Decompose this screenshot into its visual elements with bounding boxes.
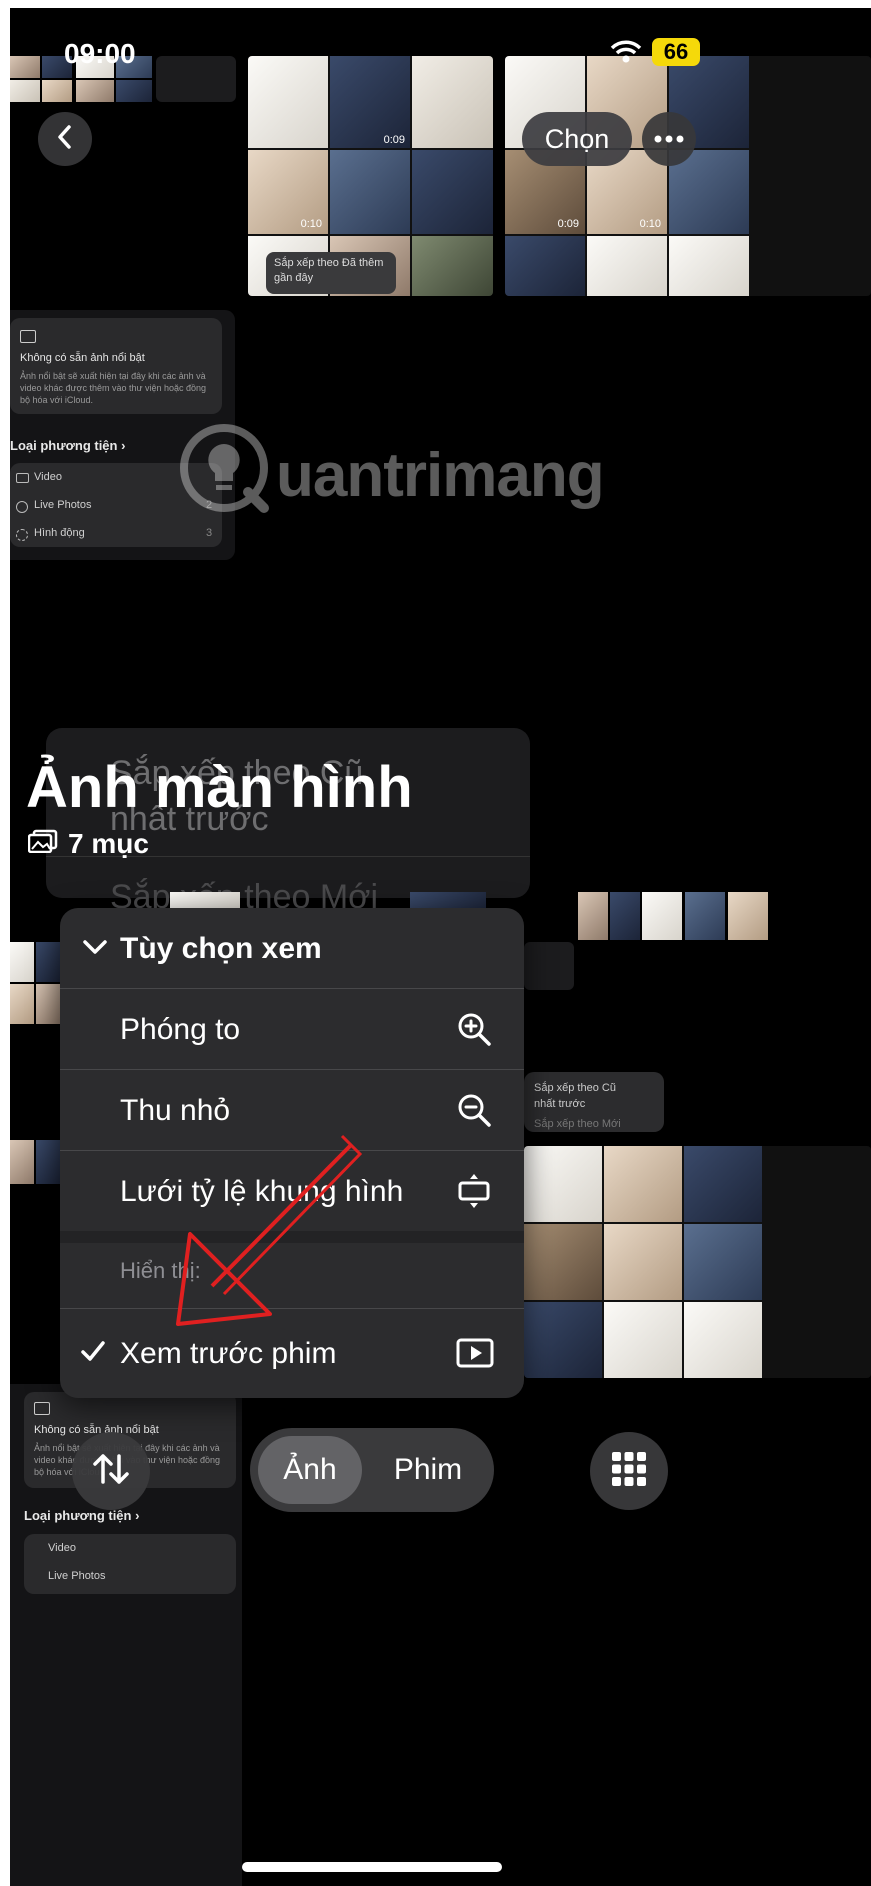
album-title: Ảnh màn hình xyxy=(26,755,413,820)
live-photo-icon xyxy=(16,501,28,513)
featured-description: Ảnh nổi bật sẽ xuất hiện tại đây khi các… xyxy=(20,371,207,405)
view-options-header[interactable]: Tùy chọn xem xyxy=(60,908,524,988)
zoom-in-icon xyxy=(456,1011,492,1047)
sort-button[interactable] xyxy=(72,1432,150,1510)
media-types-list-lower: Video Live Photos xyxy=(24,1534,236,1594)
background-left-strip-2 xyxy=(10,1140,60,1188)
checkmark-icon xyxy=(80,1339,106,1368)
watermark: uantrimang xyxy=(178,418,608,518)
media-types-header: Loại phương tiện › xyxy=(10,438,126,453)
media-types-header-label: Loại phương tiện xyxy=(10,438,118,453)
photo-icon xyxy=(34,1402,50,1415)
chevron-left-icon xyxy=(55,124,75,155)
tab-videos-label: Phim xyxy=(393,1453,463,1486)
grid-icon xyxy=(612,1451,646,1491)
battery-indicator: 66 xyxy=(652,38,700,66)
album-count: 7 mục xyxy=(27,828,149,860)
home-indicator xyxy=(242,1862,502,1872)
battery-level: 66 xyxy=(663,39,689,64)
menu-item-zoom-in[interactable]: Phóng to xyxy=(60,989,524,1069)
zoom-out-icon xyxy=(456,1092,492,1128)
screen: 0:10 0:09 Sắp xếp theo Đã thêm gần đây 0… xyxy=(10,8,871,1886)
media-type-label: Live Photos xyxy=(34,499,92,511)
tab-photos[interactable]: Ảnh xyxy=(258,1436,362,1504)
annotation-arrow xyxy=(176,1134,363,1326)
aspect-ratio-icon xyxy=(456,1173,492,1209)
menu-item-label: Phóng to xyxy=(120,1013,241,1046)
tab-photos-label: Ảnh xyxy=(283,1453,337,1486)
sort-hint-popup: Sắp xếp theo Đã thêm gần đây xyxy=(266,252,396,294)
ellipsis-icon xyxy=(654,130,684,148)
select-button-label: Chọn xyxy=(544,123,610,154)
media-type-label: Hình động xyxy=(34,527,85,539)
featured-panel: Không có sẵn ảnh nổi bật Ảnh nổi bật sẽ … xyxy=(10,318,222,414)
background-sort-popup: Sắp xếp theo Cũ nhất trước Sắp xếp theo … xyxy=(524,1072,664,1132)
media-types-header-lower: Loại phương tiện › xyxy=(24,1508,140,1523)
status-time: 09:00 xyxy=(64,38,136,69)
video-duration: 0:10 xyxy=(639,218,661,230)
gif-icon xyxy=(16,529,28,541)
play-rectangle-icon xyxy=(456,1335,494,1371)
lightbulb-icon xyxy=(180,424,269,513)
video-duration: 0:10 xyxy=(300,218,322,230)
tab-videos[interactable]: Phim xyxy=(370,1436,486,1504)
media-type-count: 3 xyxy=(206,527,213,539)
media-type-label: Video xyxy=(34,471,62,483)
view-options-title: Tùy chọn xem xyxy=(120,932,322,965)
menu-item-label: Xem trước phim xyxy=(120,1337,337,1370)
background-left-strip xyxy=(10,942,60,1032)
watermark-text: uantrimang xyxy=(276,441,605,510)
video-duration: 0:09 xyxy=(557,218,579,230)
background-mini-panel xyxy=(524,942,574,990)
more-button[interactable] xyxy=(642,112,696,166)
media-tab-switcher: Ảnh Phim xyxy=(250,1428,494,1512)
select-button[interactable]: Chọn xyxy=(522,112,632,166)
photo-icon xyxy=(20,330,36,343)
menu-item-label: Thu nhỏ xyxy=(120,1094,231,1127)
featured-title: Không có sẵn ảnh nổi bật xyxy=(20,352,145,364)
photo-stack-icon xyxy=(27,828,58,860)
video-duration: 0:09 xyxy=(383,134,405,146)
video-icon xyxy=(16,473,29,483)
background-photo-grid-right: 0:09 0:10 xyxy=(505,56,871,296)
grid-view-button[interactable] xyxy=(590,1432,668,1510)
background-photo-grid: 0:10 0:09 Sắp xếp theo Đã thêm gần đây xyxy=(248,56,493,296)
sort-arrows-icon xyxy=(92,1452,130,1491)
chevron-down-icon xyxy=(82,938,108,961)
album-count-label: 7 mục xyxy=(68,828,149,859)
back-button[interactable] xyxy=(38,112,92,166)
background-photo-grid-lower xyxy=(524,1146,871,1378)
wifi-icon xyxy=(610,40,642,64)
